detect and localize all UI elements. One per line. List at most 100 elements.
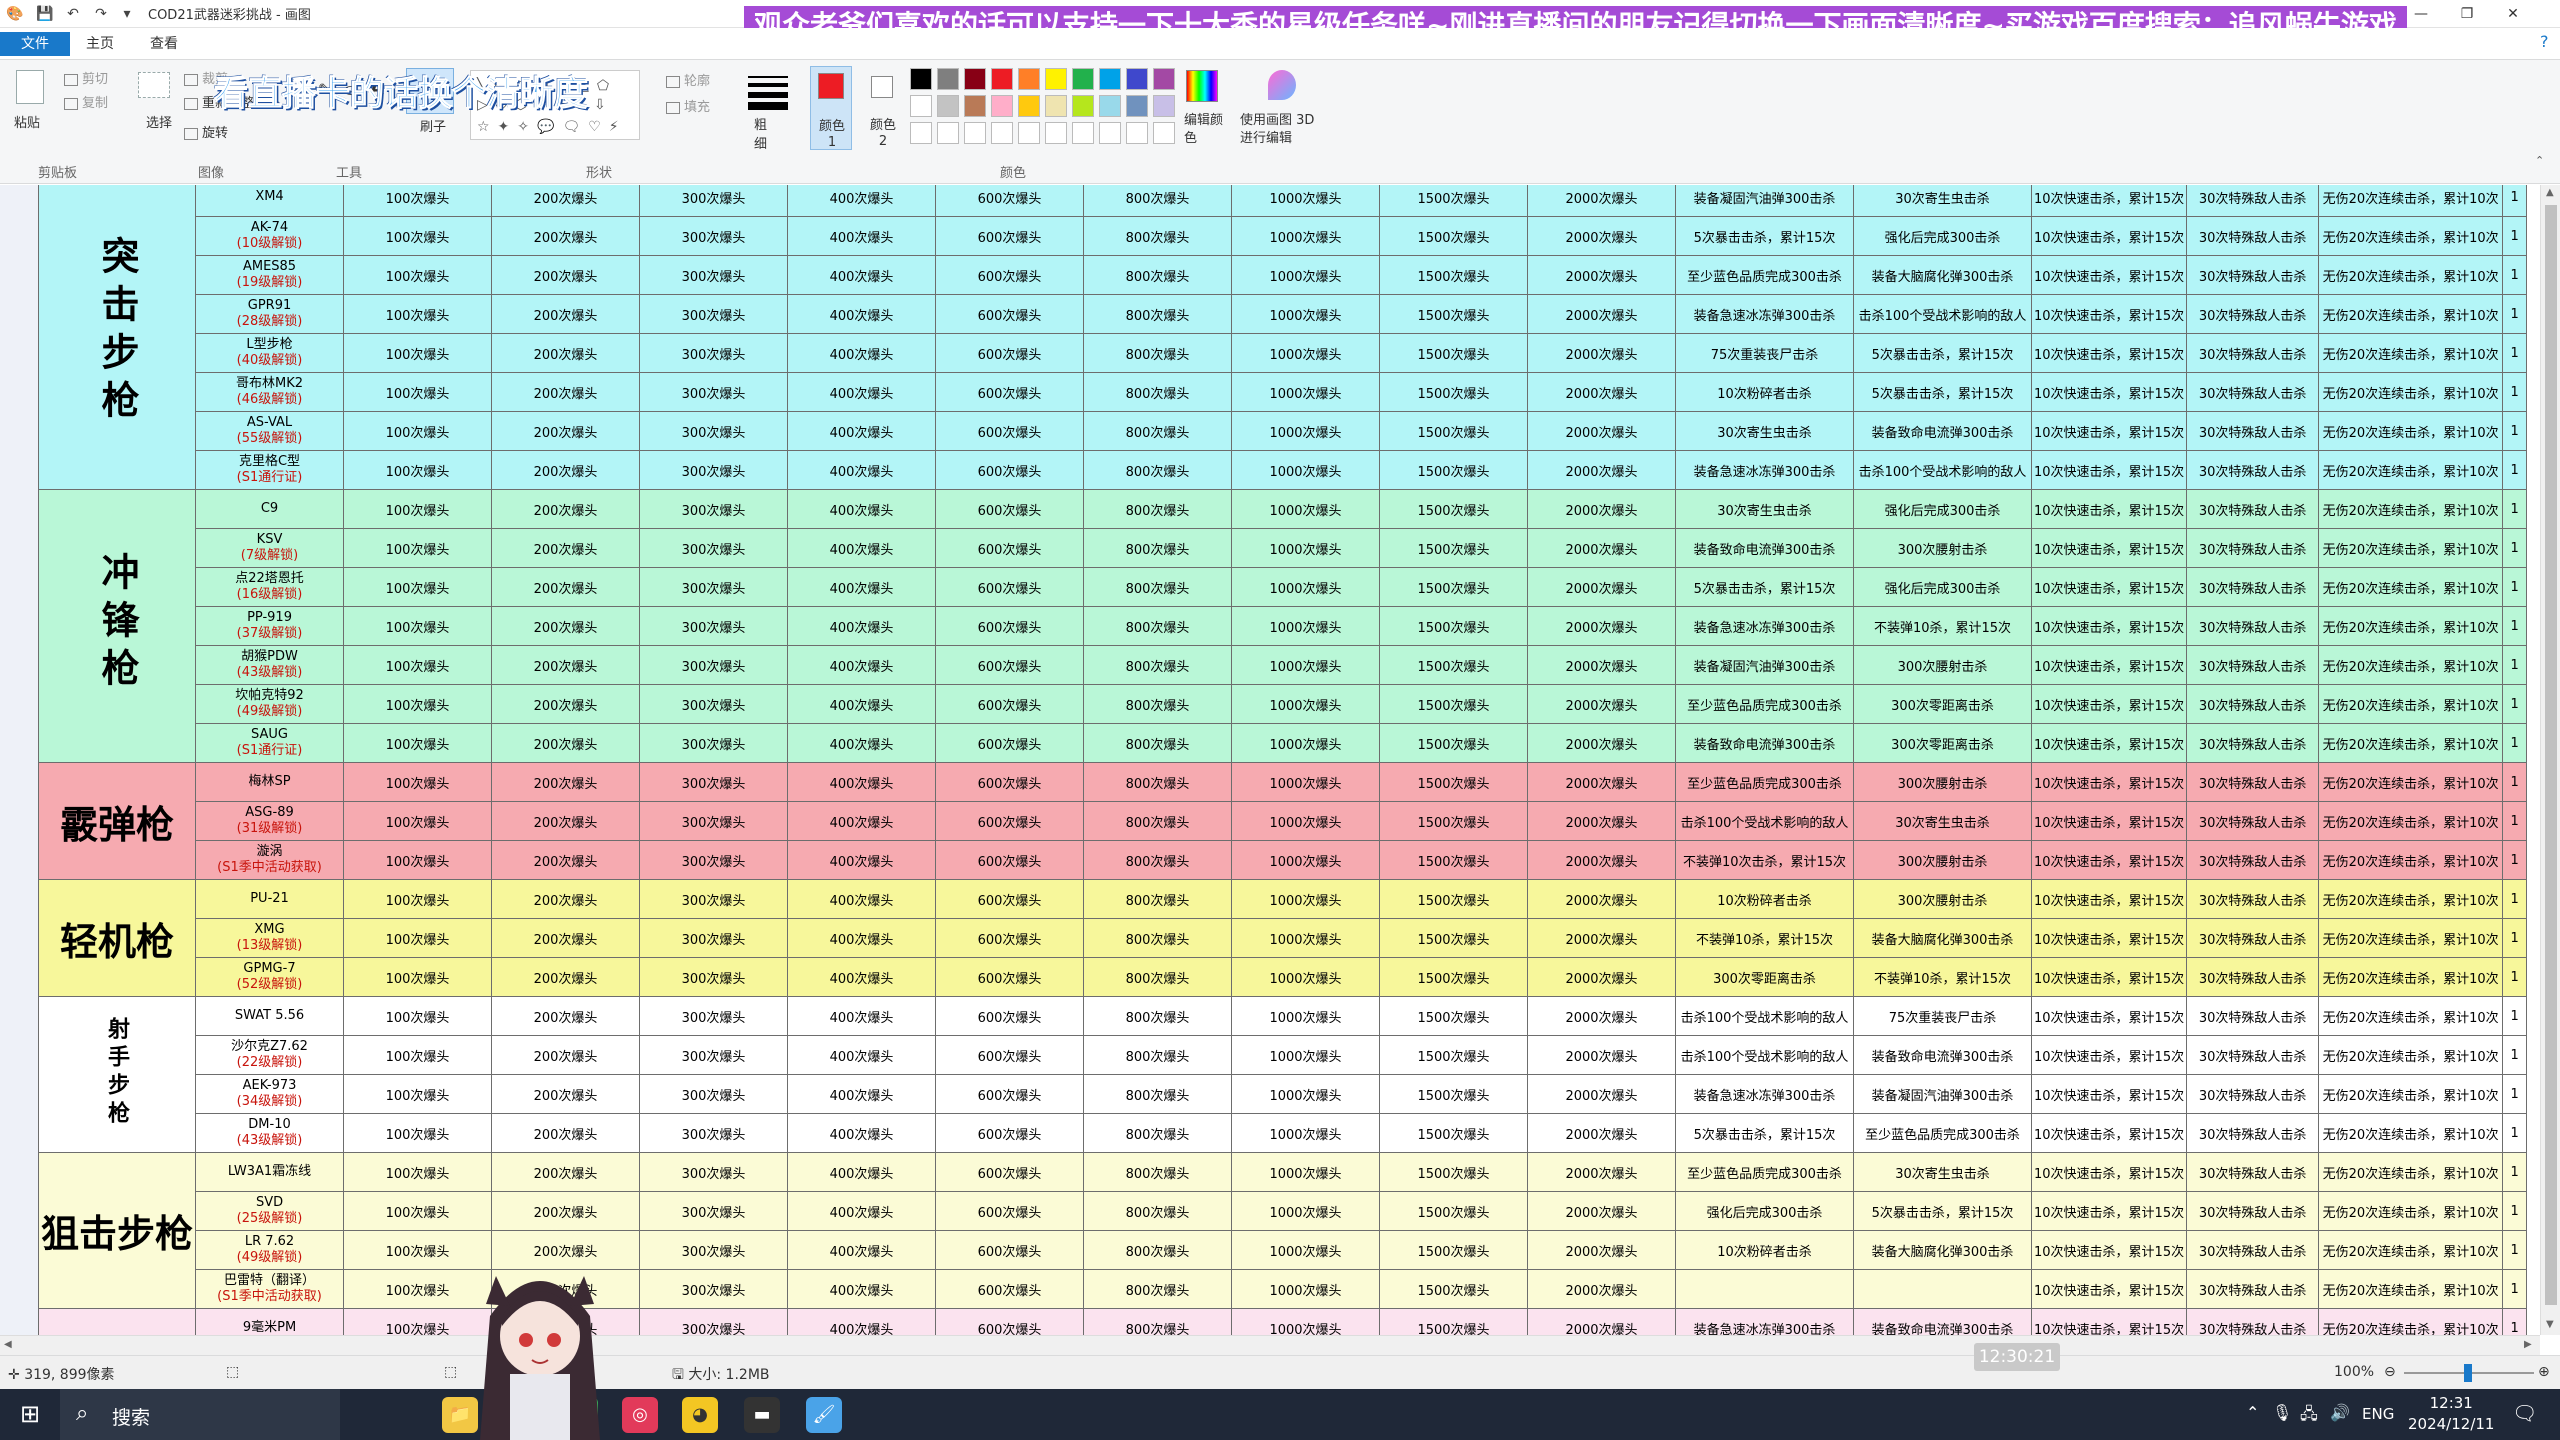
palette-swatch[interactable] [1153,95,1175,117]
palette-swatch[interactable] [1072,95,1094,117]
save-icon[interactable]: 💾 [34,3,56,25]
tab-home[interactable]: 主页 [76,32,124,56]
special-challenge-cell: 5次暴击击杀，累计15次 [1853,372,2033,412]
palette-swatch-empty[interactable] [937,122,959,144]
redo-icon[interactable]: ↷ [90,3,112,25]
headshot-challenge-cell: 400次爆头 [787,1269,937,1309]
palette-swatch[interactable] [1099,95,1121,117]
headshot-challenge-cell: 800次爆头 [1083,996,1233,1036]
palette-swatch[interactable] [991,95,1013,117]
select-icon[interactable] [138,72,170,98]
palette-swatch-empty[interactable] [1072,122,1094,144]
palette-swatch-empty[interactable] [1018,122,1040,144]
zoom-in-button[interactable]: ⊕ [2538,1364,2550,1380]
headshot-challenge-cell: 600次爆头 [935,1230,1085,1270]
category-cell: 突击步枪 [37,185,197,490]
weapon-name: XMG [254,922,285,937]
brush-button[interactable]: 刷子 [420,116,446,135]
challenge-fast-cell: 10次快速击杀，累计15次 [2031,606,2188,646]
close-button[interactable]: ✕ [2490,2,2536,26]
tray-overflow-icon[interactable]: ⌃ [2246,1403,2259,1422]
palette-swatch[interactable] [964,95,986,117]
palette-swatch[interactable] [910,68,932,90]
color1-selector[interactable]: 颜色 1 [810,66,852,150]
size-icon[interactable] [748,72,788,110]
clock[interactable]: 12:31 2024/12/11 [2408,1393,2494,1435]
horizontal-scrollbar[interactable]: ◀ ▶ [0,1335,2540,1355]
challenge-edge-cell: 1 [2502,606,2528,646]
palette-swatch-empty[interactable] [964,122,986,144]
app-terminal-icon[interactable]: ▬ [744,1397,780,1433]
palette-swatch[interactable] [1018,68,1040,90]
weapon-name: 沙尔克Z7.62 [231,1039,308,1054]
collapse-ribbon-icon[interactable]: ⌃ [2535,154,2544,167]
palette-swatch[interactable] [964,68,986,90]
palette-swatch-empty[interactable] [1153,122,1175,144]
scroll-right-icon[interactable]: ▶ [2524,1339,2532,1350]
palette-swatch[interactable] [1072,68,1094,90]
network-icon[interactable]: 🖧 [2300,1403,2318,1430]
palette-swatch-empty[interactable] [1045,122,1067,144]
microphone-icon[interactable]: 🎙 [2272,1403,2292,1422]
palette-swatch-empty[interactable] [1099,122,1121,144]
headshot-challenge-cell: 100次爆头 [343,185,493,217]
paste-button[interactable]: 粘贴 [14,112,40,131]
copy-button[interactable]: 复制 [64,92,108,111]
help-icon[interactable]: ? [2540,32,2549,51]
palette-swatch[interactable] [1126,68,1148,90]
vertical-scroll-thumb[interactable] [2545,205,2557,1305]
customize-toolbar-icon[interactable]: ▾ [116,3,138,25]
vertical-scrollbar[interactable]: ▲ ▼ [2540,185,2560,1335]
palette-swatch[interactable] [1126,95,1148,117]
undo-icon[interactable]: ↶ [62,3,84,25]
image-canvas[interactable]: 突击步枪 XM4 100次爆头 200次爆头 300次爆头 400次爆头 600次爆头 800… [37,185,2540,1335]
edit-colors-icon[interactable] [1186,70,1218,102]
palette-swatch[interactable] [1045,68,1067,90]
outline-button[interactable]: 轮廓 [666,70,710,89]
app-owl-icon[interactable]: ◕ [682,1397,718,1433]
weapon-name-cell: 哥布林MK2 (46级解锁) [195,372,345,412]
notification-icon[interactable]: 🗨 [2512,1401,2537,1425]
palette-swatch[interactable] [1018,95,1040,117]
volume-icon[interactable]: 🔊 [2330,1403,2350,1422]
palette-swatch[interactable] [991,68,1013,90]
headshot-challenge-cell: 400次爆头 [787,1035,937,1075]
fill-button[interactable]: 填充 [666,96,710,115]
paint3d-icon[interactable] [1268,70,1296,100]
netease-music-icon[interactable]: ◎ [622,1397,658,1433]
maximize-button[interactable]: ❐ [2444,2,2490,26]
windows-start-icon[interactable]: ⊞ [0,1389,60,1440]
tab-file[interactable]: 文件 [0,32,70,56]
zoom-out-button[interactable]: ⊖ [2384,1364,2396,1380]
canvas-area[interactable]: 突击步枪 XM4 100次爆头 200次爆头 300次爆头 400次爆头 600次爆头 800… [0,185,2540,1335]
size-button[interactable]: 粗细 [754,114,778,152]
table-row: 9毫米PM100次爆头200次爆头300次爆头400次爆头600次爆头800次爆… [37,1308,2528,1335]
palette-swatch-empty[interactable] [910,122,932,144]
palette-swatch[interactable] [1153,68,1175,90]
paste-icon[interactable] [16,70,44,104]
cut-button[interactable]: 剪切 [64,68,108,87]
select-button[interactable]: 选择 [146,112,172,131]
zoom-slider-thumb[interactable] [2464,1364,2472,1382]
palette-swatch-empty[interactable] [1126,122,1148,144]
edit-colors-button[interactable]: 编辑颜色 [1184,112,1224,148]
palette-swatch[interactable] [1099,68,1121,90]
palette-swatch[interactable] [937,95,959,117]
paint-taskbar-icon[interactable]: 🖌 [806,1397,842,1433]
palette-swatch-empty[interactable] [991,122,1013,144]
rotate-button[interactable]: 旋转 [184,122,228,141]
palette-swatch[interactable] [937,68,959,90]
table-row: 沙尔克Z7.62 (22级解锁) 100次爆头 200次爆头 300次爆头 400次爆头 6… [38,1035,2528,1075]
challenge-streak-cell: 无伤20次连续击杀，累计10次 [2318,1269,2504,1309]
palette-swatch[interactable] [1045,95,1067,117]
scroll-left-icon[interactable]: ◀ [4,1339,12,1350]
scroll-down-icon[interactable]: ▼ [2546,1319,2554,1330]
palette-swatch[interactable] [910,95,932,117]
taskbar-search[interactable]: ⌕ 搜索 [60,1389,340,1440]
tab-view[interactable]: 查看 [140,32,188,56]
color2-selector[interactable]: 颜色 2 [862,66,904,150]
zoom-slider[interactable] [2404,1364,2534,1382]
paint3d-button[interactable]: 使用画图 3D 进行编辑 [1240,112,1320,148]
input-language[interactable]: ENG [2362,1405,2394,1423]
scroll-up-icon[interactable]: ▲ [2546,187,2554,198]
